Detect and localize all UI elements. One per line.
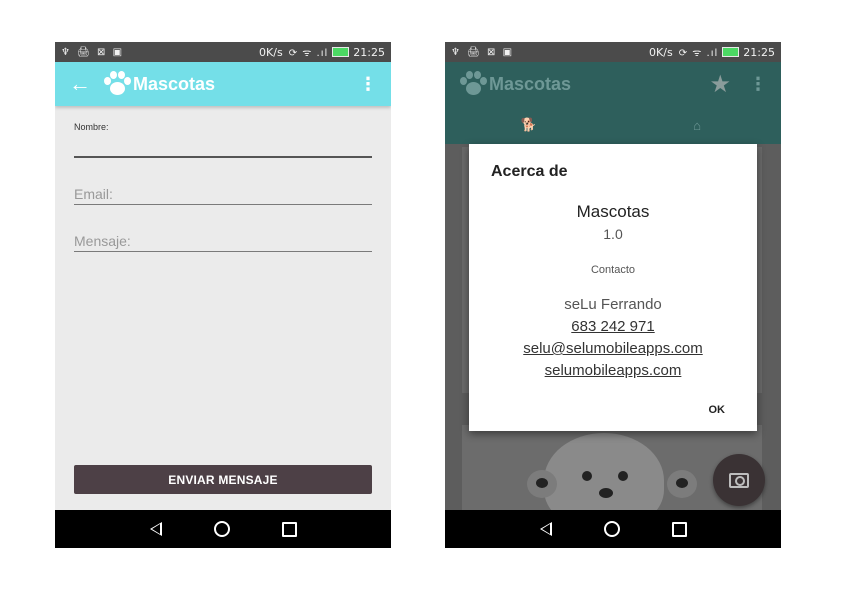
dialog-contact-label: Contacto bbox=[590, 264, 636, 276]
app-bar: ← Mascotas ⋮ bbox=[55, 62, 391, 106]
nav-recents-icon[interactable] bbox=[281, 521, 297, 537]
dog-image bbox=[544, 433, 664, 510]
tab-strip: 🐕 ⌂ bbox=[445, 106, 781, 144]
dialog-app-name: Mascotas bbox=[576, 202, 650, 221]
dialog-email-link[interactable]: selu@selumobileapps.com bbox=[469, 340, 757, 357]
battery-icon bbox=[722, 47, 740, 57]
clock: 21:25 bbox=[353, 45, 385, 59]
notification-icons: ♆ 🖨 ⊠ ▣ bbox=[451, 46, 515, 58]
nav-back-icon[interactable] bbox=[149, 522, 162, 536]
camera-fab[interactable] bbox=[713, 454, 765, 506]
email-field-label: Email: bbox=[74, 186, 113, 202]
email-field-underline bbox=[74, 204, 372, 205]
dialog-version: 1.0 bbox=[603, 226, 623, 242]
nav-home-icon[interactable] bbox=[603, 521, 620, 537]
paw-logo-icon bbox=[103, 70, 131, 98]
back-arrow-icon[interactable]: ← bbox=[69, 71, 103, 97]
camera-icon bbox=[729, 472, 749, 488]
nav-back-icon[interactable] bbox=[539, 522, 552, 536]
signal-icons: ⟳ ᯤ .ıl bbox=[288, 48, 329, 59]
app-bar: Mascotas ★ ⋮ bbox=[445, 62, 781, 106]
dog-paw-left bbox=[527, 470, 557, 498]
name-field-label: Nombre: bbox=[74, 122, 109, 132]
phone-about-dialog-screen: ♆ 🖨 ⊠ ▣ 0K/s ⟳ ᯤ .ıl 21:25 Mascotas ★ ⋮ … bbox=[445, 42, 781, 548]
dialog-body: Mascotas 1.0 Contacto seLu Ferrando 683 … bbox=[469, 202, 757, 379]
navigation-bar bbox=[445, 510, 781, 548]
overflow-menu-icon[interactable]: ⋮ bbox=[359, 74, 377, 95]
clock: 21:25 bbox=[743, 45, 775, 59]
network-speed: 0K/s bbox=[649, 45, 673, 59]
navigation-bar bbox=[55, 510, 391, 548]
dialog-website-link[interactable]: selumobileapps.com bbox=[469, 362, 757, 379]
message-field[interactable]: Mensaje: bbox=[74, 233, 372, 252]
dialog-title: Acerca de bbox=[491, 163, 568, 180]
signal-icons: ⟳ ᯤ .ıl bbox=[678, 48, 719, 59]
phone-contact-screen: ♆ 🖨 ⊠ ▣ 0K/s ⟳ ᯤ .ıl 21:25 ← Mascotas ⋮ … bbox=[55, 42, 391, 548]
name-field[interactable]: Nombre: bbox=[74, 122, 372, 158]
app-title: Mascotas bbox=[133, 73, 216, 94]
dialog-ok-button[interactable]: OK bbox=[709, 404, 726, 416]
nav-home-icon[interactable] bbox=[213, 521, 230, 537]
tab-home-icon[interactable]: ⌂ bbox=[613, 118, 781, 133]
name-field-underline bbox=[74, 156, 372, 158]
battery-icon bbox=[332, 47, 350, 57]
paw-logo-icon bbox=[459, 70, 487, 98]
favorites-star-icon[interactable]: ★ bbox=[709, 70, 731, 99]
status-bar: ♆ 🖨 ⊠ ▣ 0K/s ⟳ ᯤ .ıl 21:25 bbox=[55, 42, 391, 62]
nav-recents-icon[interactable] bbox=[671, 521, 687, 537]
dialog-author: seLu Ferrando bbox=[564, 296, 662, 313]
message-field-label: Mensaje: bbox=[74, 233, 131, 249]
tab-dog-icon[interactable]: 🐕 bbox=[445, 117, 613, 133]
notification-icons: ♆ 🖨 ⊠ ▣ bbox=[61, 46, 125, 58]
network-speed: 0K/s bbox=[259, 45, 283, 59]
dog-paw-right bbox=[667, 470, 697, 498]
status-bar: ♆ 🖨 ⊠ ▣ 0K/s ⟳ ᯤ .ıl 21:25 bbox=[445, 42, 781, 62]
email-field[interactable]: Email: bbox=[74, 186, 372, 205]
message-field-underline bbox=[74, 251, 372, 252]
send-message-button[interactable]: ENVIAR MENSAJE bbox=[74, 465, 372, 494]
dialog-phone-link[interactable]: 683 242 971 bbox=[469, 318, 757, 335]
overflow-menu-icon[interactable]: ⋮ bbox=[749, 74, 767, 95]
contact-form: Nombre: Email: Mensaje: bbox=[74, 122, 372, 252]
app-title: Mascotas bbox=[489, 73, 572, 94]
about-dialog: Acerca de Mascotas 1.0 Contacto seLu Fer… bbox=[469, 144, 757, 431]
